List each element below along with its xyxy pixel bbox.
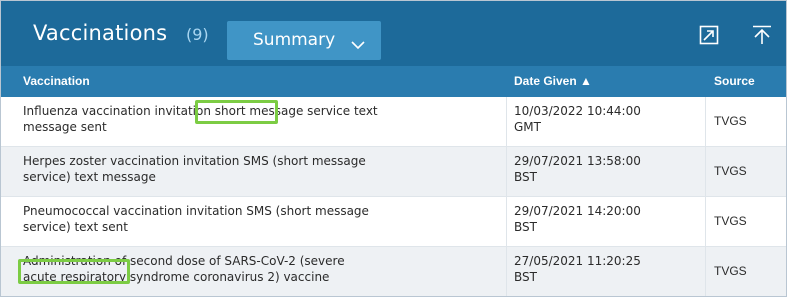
vaccination-text-line2: acute respiratory syndrome coronavirus 2… (23, 270, 330, 284)
column-header-vaccination[interactable]: Vaccination (23, 74, 90, 88)
vaccination-text-line1: Administration of second dose of SARS-Co… (23, 254, 345, 268)
date-text-line1: 29/07/2021 14:20:00 (514, 204, 641, 218)
column-divider (705, 247, 706, 296)
column-divider (506, 147, 507, 196)
table-row[interactable]: Influenza vaccination invitation short m… (1, 97, 786, 147)
date-text-line1: 27/05/2021 11:20:25 (514, 254, 641, 268)
vaccination-text-line1: Influenza vaccination invitation short m… (23, 104, 378, 118)
column-header-date-given[interactable]: Date Given ▲ (514, 74, 592, 88)
scroll-to-top-icon[interactable] (751, 25, 773, 49)
vaccination-text-line2: service) text sent (23, 220, 128, 234)
table-row[interactable]: Pneumococcal vaccination invitation SMS … (1, 197, 786, 247)
vaccination-text-line1: Herpes zoster vaccination invitation SMS… (23, 154, 366, 168)
date-given-cell: 10/03/2022 10:44:00 GMT (514, 103, 699, 135)
date-text-line2: BST (514, 220, 537, 234)
column-divider (506, 247, 507, 296)
panel-title: Vaccinations (33, 21, 168, 45)
date-text-line1: 29/07/2021 13:58:00 (514, 154, 641, 168)
date-given-cell: 29/07/2021 13:58:00 BST (514, 153, 699, 185)
vaccination-cell: Influenza vaccination invitation short m… (23, 103, 508, 135)
date-text-line2: BST (514, 270, 537, 284)
vaccinations-panel: Vaccinations (9) Summary Vaccination Dat (0, 0, 787, 297)
vaccination-cell: Herpes zoster vaccination invitation SMS… (23, 153, 508, 185)
panel-header: Vaccinations (9) Summary (1, 1, 786, 66)
summary-dropdown-button[interactable]: Summary (227, 21, 381, 60)
vaccination-text-line2: service) text message (23, 170, 156, 184)
column-divider (705, 97, 706, 146)
date-text-line2: GMT (514, 120, 541, 134)
date-text-line2: BST (514, 170, 537, 184)
date-text-line1: 10/03/2022 10:44:00 (514, 104, 641, 118)
vaccination-text-line2: message sent (23, 120, 107, 134)
source-cell: TVGS (714, 214, 747, 228)
column-divider (705, 197, 706, 246)
source-cell: TVGS (714, 164, 747, 178)
vaccination-text-line1: Pneumococcal vaccination invitation SMS … (23, 204, 369, 218)
table-row[interactable]: Herpes zoster vaccination invitation SMS… (1, 147, 786, 197)
date-given-cell: 27/05/2021 11:20:25 BST (514, 253, 699, 285)
column-header-row: Vaccination Date Given ▲ Source (1, 66, 786, 97)
chevron-down-icon (351, 35, 365, 55)
vaccination-cell: Administration of second dose of SARS-Co… (23, 253, 508, 285)
column-divider (705, 147, 706, 196)
column-header-source[interactable]: Source (714, 74, 755, 88)
table-row[interactable]: Administration of second dose of SARS-Co… (1, 247, 786, 296)
source-cell: TVGS (714, 264, 747, 278)
record-count: (9) (186, 25, 209, 44)
date-given-cell: 29/07/2021 14:20:00 BST (514, 203, 699, 235)
expand-icon[interactable] (699, 25, 719, 49)
column-divider (506, 97, 507, 146)
column-divider (506, 197, 507, 246)
summary-label: Summary (253, 30, 336, 50)
source-cell: TVGS (714, 114, 747, 128)
vaccination-cell: Pneumococcal vaccination invitation SMS … (23, 203, 508, 235)
